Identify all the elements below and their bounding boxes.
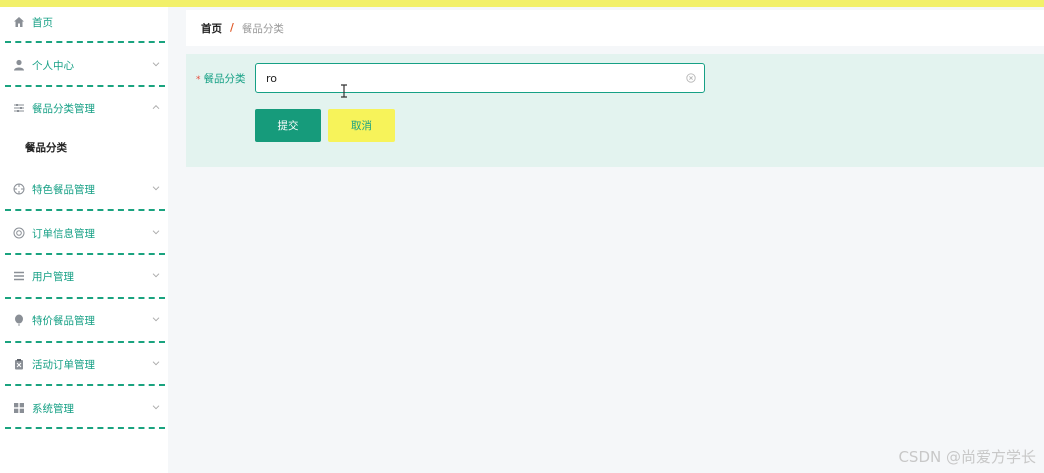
user-icon	[13, 59, 25, 71]
sidebar-item-order-info-management[interactable]: 订单信息管理	[0, 216, 168, 250]
chevron-down-icon	[152, 405, 160, 410]
home-icon	[13, 16, 25, 28]
submenu-item-label: 餐品分类	[25, 141, 67, 154]
sidebar-divider	[5, 297, 165, 299]
sidebar: 首页 个人中心 餐品分类管理 餐品分类 特色餐品管理 订单信息管理 用户管理 特…	[0, 7, 168, 473]
watermark: CSDN @尚爱方学长	[898, 448, 1036, 466]
breadcrumb: 首页 / 餐品分类	[186, 10, 1044, 46]
sidebar-item-dish-category-management[interactable]: 餐品分类管理	[0, 91, 168, 125]
sidebar-divider	[5, 341, 165, 343]
chevron-down-icon	[152, 273, 160, 278]
category-input-wrapper	[255, 63, 705, 93]
submit-button[interactable]: 提交	[255, 109, 321, 142]
sidebar-item-personal-center[interactable]: 个人中心	[0, 48, 168, 82]
sidebar-item-label: 餐品分类管理	[32, 102, 95, 115]
sidebar-divider	[5, 85, 165, 87]
clear-icon[interactable]	[686, 73, 696, 83]
sidebar-item-label: 特色餐品管理	[32, 183, 95, 196]
sidebar-divider	[5, 253, 165, 255]
chevron-down-icon	[152, 186, 160, 191]
sidebar-divider	[5, 209, 165, 211]
field-label-text: 餐品分类	[203, 73, 246, 85]
grid-icon	[13, 402, 25, 414]
cancel-button[interactable]: 取消	[328, 109, 395, 142]
sidebar-item-label: 用户管理	[32, 270, 74, 283]
lifebuoy-icon	[13, 227, 25, 239]
list-icon	[13, 270, 25, 282]
sliders-icon	[13, 102, 25, 114]
breadcrumb-separator: /	[230, 22, 234, 34]
sidebar-item-featured-dish-management[interactable]: 特色餐品管理	[0, 172, 168, 206]
sidebar-item-label: 首页	[32, 16, 53, 29]
sidebar-divider	[5, 384, 165, 386]
sidebar-item-special-price-dish-management[interactable]: 特价餐品管理	[0, 303, 168, 337]
category-input[interactable]	[256, 64, 676, 92]
sidebar-item-activity-order-management[interactable]: 活动订单管理	[0, 347, 168, 381]
chevron-down-icon	[152, 317, 160, 322]
chevron-down-icon	[152, 230, 160, 235]
submenu-item-dish-category[interactable]: 餐品分类	[0, 132, 168, 162]
sidebar-item-label: 订单信息管理	[32, 227, 95, 240]
category-form: *餐品分类 提交 取消	[186, 54, 1044, 167]
chevron-up-icon	[152, 104, 160, 110]
crosshair-icon	[13, 183, 25, 195]
sidebar-divider	[5, 427, 165, 429]
sidebar-item-label: 系统管理	[32, 402, 74, 415]
sidebar-item-system-management[interactable]: 系统管理	[0, 391, 168, 425]
clipboard-icon	[13, 358, 25, 370]
category-field-label: * 餐品分类	[196, 71, 246, 85]
breadcrumb-current: 餐品分类	[241, 22, 284, 35]
chevron-down-icon	[152, 62, 160, 67]
sidebar-item-label: 活动订单管理	[32, 358, 95, 371]
required-mark: *	[196, 75, 201, 85]
sidebar-divider	[5, 41, 165, 43]
sidebar-item-label: 个人中心	[32, 59, 74, 72]
breadcrumb-home[interactable]: 首页	[201, 21, 222, 36]
sidebar-item-home[interactable]: 首页	[0, 5, 168, 39]
balloon-icon	[13, 314, 25, 326]
chevron-down-icon	[152, 361, 160, 366]
sidebar-item-label: 特价餐品管理	[32, 314, 95, 327]
text-cursor-icon	[341, 84, 347, 98]
sidebar-item-user-management[interactable]: 用户管理	[0, 259, 168, 293]
